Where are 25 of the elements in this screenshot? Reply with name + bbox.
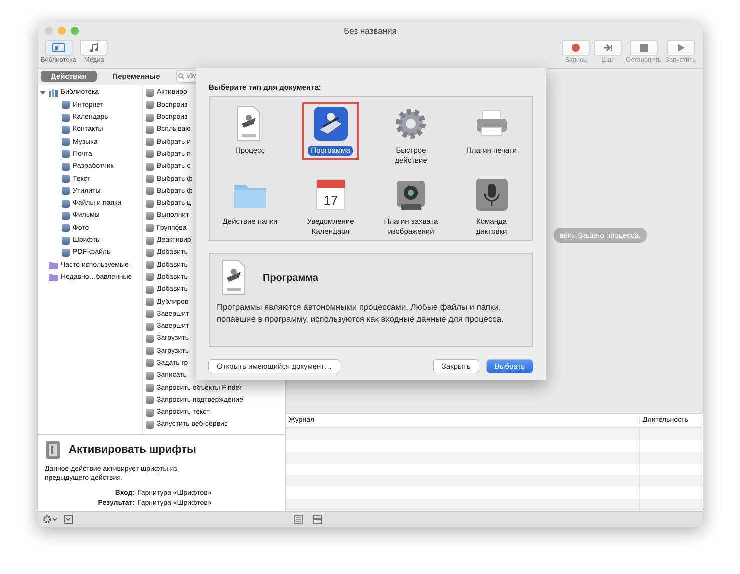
music-note-icon	[88, 42, 100, 53]
toggle-button[interactable]	[64, 515, 73, 524]
list-view-button[interactable]	[294, 515, 303, 524]
font-book-icon	[45, 441, 61, 460]
caret-icon	[64, 515, 73, 524]
sidebar-icon	[52, 42, 66, 53]
split-view-icon	[313, 515, 322, 524]
play-icon	[676, 42, 686, 53]
gear-icon	[43, 515, 58, 524]
zoom-button[interactable]	[71, 26, 79, 35]
stop-icon	[638, 42, 649, 53]
robot-app-icon	[312, 106, 349, 142]
disclosure-triangle-icon[interactable]	[40, 90, 46, 96]
type-title: Программа	[263, 272, 318, 284]
search-icon	[178, 73, 186, 80]
window-title: Без названия	[344, 26, 397, 36]
action-menu-button[interactable]	[43, 515, 58, 524]
microphone-icon	[474, 177, 510, 214]
library-icon	[49, 88, 58, 97]
step-icon	[603, 42, 614, 53]
list-icon	[294, 515, 303, 524]
split-view-button[interactable]	[313, 515, 322, 524]
record-icon	[571, 42, 582, 53]
action-title: Активировать шрифты	[69, 444, 196, 456]
type-description: Программы являются автономными процессами. Любые файлы и папки, попавшие в программу, используются как входные данные для процесса.	[217, 302, 505, 326]
